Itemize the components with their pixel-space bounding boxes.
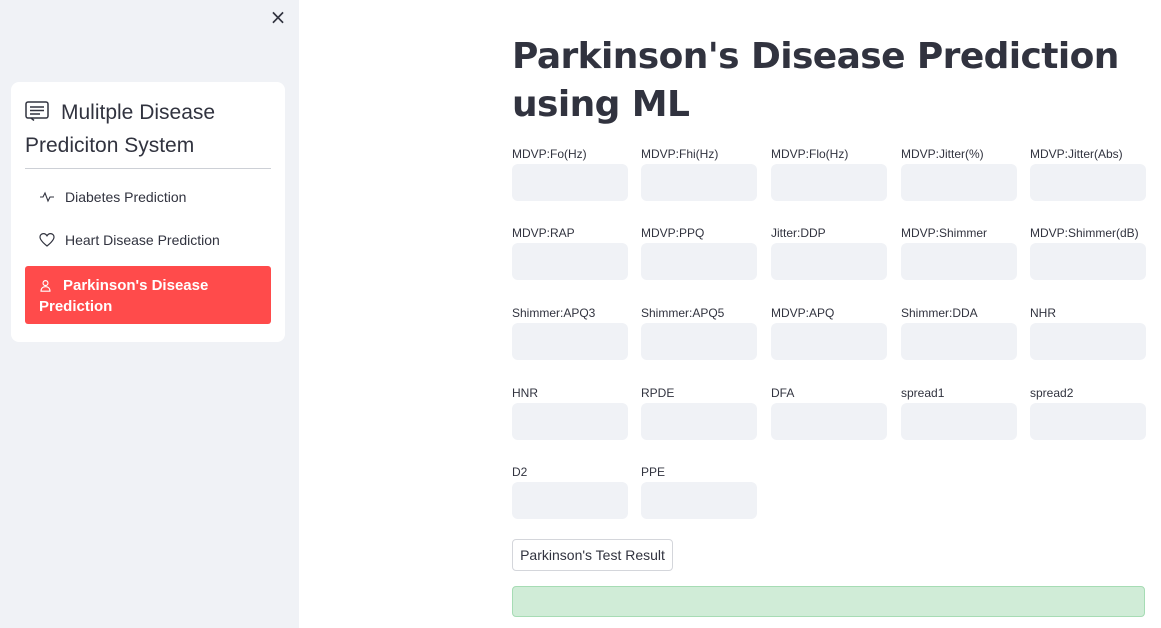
parkinsons-test-result-button[interactable]: Parkinson's Test Result: [512, 539, 673, 571]
field-label: MDVP:Shimmer(dB): [1030, 226, 1139, 240]
sidebar-item-parkinsons[interactable]: Parkinson's Disease Prediction: [25, 266, 271, 324]
sidebar-item-heart-disease[interactable]: Heart Disease Prediction: [25, 223, 271, 257]
field-input[interactable]: [771, 323, 887, 360]
parameter-field: MDVP:Shimmer(dB): [1030, 225, 1146, 280]
field-input[interactable]: [641, 403, 757, 440]
parameter-field: HNR: [512, 385, 628, 440]
parameter-field: Shimmer:APQ5: [641, 305, 757, 360]
field-label: HNR: [512, 386, 538, 400]
parameter-field: MDVP:Flo(Hz): [771, 146, 887, 201]
parameter-field: Shimmer:DDA: [901, 305, 1017, 360]
field-label: D2: [512, 465, 528, 479]
parameter-field: MDVP:APQ: [771, 305, 887, 360]
field-label: MDVP:RAP: [512, 226, 575, 240]
parameter-field: MDVP:Jitter(%): [901, 146, 1017, 201]
field-input[interactable]: [641, 243, 757, 280]
parameter-field: MDVP:PPQ: [641, 225, 757, 280]
field-input[interactable]: [901, 164, 1017, 201]
parameter-field: RPDE: [641, 385, 757, 440]
field-label: DFA: [771, 386, 795, 400]
field-label: NHR: [1030, 306, 1056, 320]
field-input[interactable]: [512, 323, 628, 360]
parameter-field: D2: [512, 464, 628, 519]
parameter-field: PPE: [641, 464, 757, 519]
field-input[interactable]: [512, 482, 628, 519]
parameter-field: MDVP:RAP: [512, 225, 628, 280]
parameter-field: Jitter:DDP: [771, 225, 887, 280]
field-label: RPDE: [641, 386, 675, 400]
heart-icon: [39, 232, 55, 247]
field-label: Shimmer:APQ5: [641, 306, 725, 320]
page-title: Parkinson's Disease Prediction using ML: [512, 36, 1119, 125]
field-input[interactable]: [641, 482, 757, 519]
sidebar-item-active-wrap: Parkinson's Disease Prediction: [39, 275, 271, 317]
field-input[interactable]: [1030, 164, 1146, 201]
menu-header: Mulitple Disease Prediciton System: [25, 96, 271, 162]
field-input[interactable]: [771, 403, 887, 440]
field-input[interactable]: [641, 164, 757, 201]
person-icon: [40, 280, 51, 292]
field-label: MDVP:Flo(Hz): [771, 147, 849, 161]
field-label: MDVP:PPQ: [641, 226, 705, 240]
list-card-icon: [25, 101, 49, 121]
field-label: MDVP:APQ: [771, 306, 835, 320]
result-message: [512, 586, 1145, 617]
field-input[interactable]: [901, 403, 1017, 440]
field-label: MDVP:Fhi(Hz): [641, 147, 719, 161]
field-input[interactable]: [901, 323, 1017, 360]
field-label: MDVP:Jitter(Abs): [1030, 147, 1123, 161]
sidebar-item-label: Parkinson's Disease Prediction: [39, 277, 209, 315]
field-input[interactable]: [1030, 243, 1146, 280]
field-label: Shimmer:DDA: [901, 306, 978, 320]
field-input[interactable]: [1030, 323, 1146, 360]
sidebar-item-diabetes[interactable]: Diabetes Prediction: [25, 180, 271, 214]
field-label: MDVP:Shimmer: [901, 226, 988, 240]
parameter-field: MDVP:Fhi(Hz): [641, 146, 757, 201]
field-input[interactable]: [771, 164, 887, 201]
field-label: MDVP:Fo(Hz): [512, 147, 587, 161]
menu-title: Mulitple Disease Prediciton System: [25, 96, 271, 162]
parameter-field: MDVP:Fo(Hz): [512, 146, 628, 201]
field-label: spread1: [901, 386, 945, 400]
activity-icon: [40, 191, 54, 203]
parameter-field: MDVP:Shimmer: [901, 225, 1017, 280]
field-input[interactable]: [771, 243, 887, 280]
parameter-field: spread2: [1030, 385, 1146, 440]
field-input[interactable]: [1030, 403, 1146, 440]
parameter-field: DFA: [771, 385, 887, 440]
sidebar-item-label: Diabetes Prediction: [65, 189, 187, 205]
close-sidebar-button[interactable]: ×: [268, 6, 288, 28]
parameter-field: Shimmer:APQ3: [512, 305, 628, 360]
field-input[interactable]: [512, 243, 628, 280]
field-input[interactable]: [641, 323, 757, 360]
parameter-field: MDVP:Jitter(Abs): [1030, 146, 1146, 201]
field-label: PPE: [641, 465, 666, 479]
parameter-field: NHR: [1030, 305, 1146, 360]
field-input[interactable]: [901, 243, 1017, 280]
field-input[interactable]: [512, 403, 628, 440]
field-label: spread2: [1030, 386, 1074, 400]
menu-divider: [25, 168, 271, 169]
sidebar: × Mulitple Disease Prediciton System Dia…: [0, 0, 299, 628]
sidebar-item-label: Heart Disease Prediction: [65, 232, 220, 248]
field-input[interactable]: [512, 164, 628, 201]
field-label: Shimmer:APQ3: [512, 306, 596, 320]
field-label: MDVP:Jitter(%): [901, 147, 984, 161]
parameter-field: spread1: [901, 385, 1017, 440]
field-label: Jitter:DDP: [771, 226, 826, 240]
menu-title-text: Mulitple Disease Prediciton System: [25, 101, 216, 157]
